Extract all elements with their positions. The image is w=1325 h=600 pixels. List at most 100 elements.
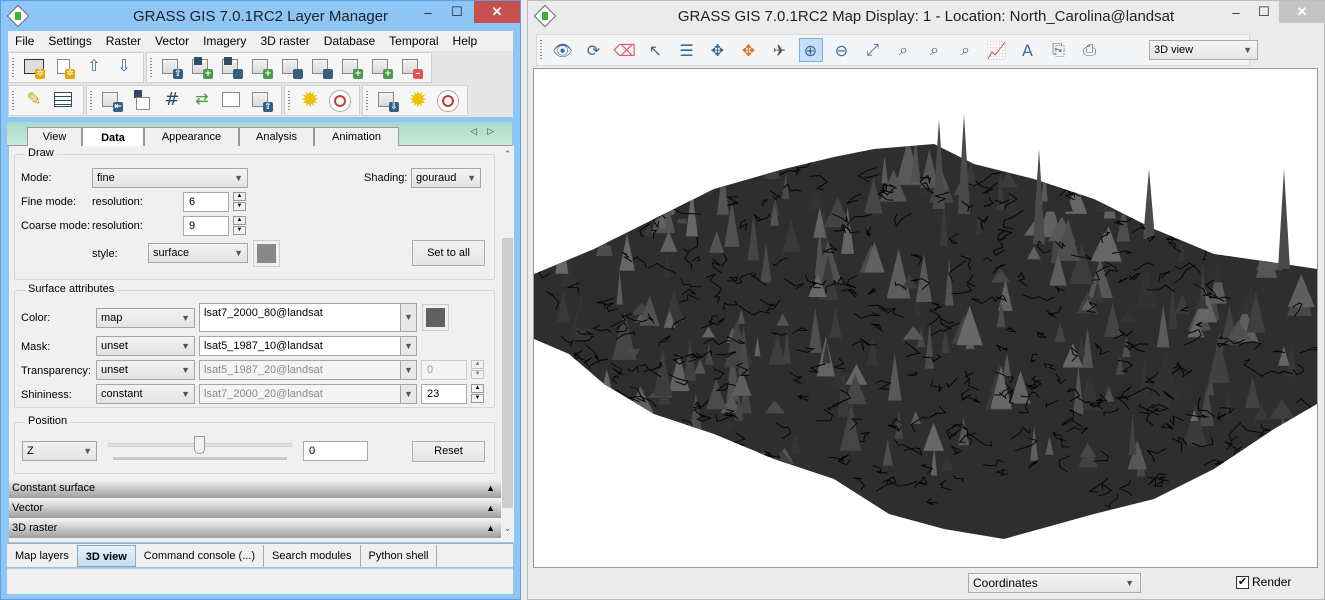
scroll-up-icon[interactable]: ⌃ xyxy=(501,150,514,160)
fly-through-icon[interactable]: ✈ xyxy=(768,38,792,62)
chevron-down-icon[interactable]: ▼ xyxy=(400,337,416,355)
analyze-icon[interactable]: 📈 xyxy=(985,38,1009,62)
add-group-icon[interactable]: + xyxy=(370,56,394,80)
shininess-value-input[interactable]: 23 xyxy=(421,384,467,404)
addon-help-icon[interactable] xyxy=(436,89,460,113)
panel-scrollbar[interactable]: ⌃ ⌄ xyxy=(501,146,514,542)
start-new-map-display-icon[interactable]: ✲ xyxy=(22,56,46,80)
mask-map-combo[interactable]: lsat5_1987_10@landsat ▼ xyxy=(199,336,417,356)
help-icon[interactable] xyxy=(328,89,352,113)
transparency-map-combo[interactable]: lsat5_1987_20@landsat ▼ xyxy=(199,360,417,380)
expand-arrow-icon[interactable]: ▲ xyxy=(486,519,495,537)
pointer-icon[interactable]: ↖ xyxy=(644,38,668,62)
launch-script-icon[interactable]: ⇧ xyxy=(250,89,274,113)
map-canvas-3d[interactable] xyxy=(533,68,1318,568)
add-overlay-icon[interactable] xyxy=(310,56,334,80)
zoom-in-icon[interactable]: ⊕ xyxy=(798,38,823,62)
add-various-vector-layers-icon[interactable] xyxy=(280,56,304,80)
tab-analysis[interactable]: Analysis xyxy=(239,127,314,146)
position-axis-select[interactable]: Z ▼ xyxy=(22,441,97,461)
open-workspace-icon[interactable]: ⇧ xyxy=(82,56,106,80)
edit-vector-icon[interactable]: ✎ xyxy=(22,89,46,113)
import-script-icon[interactable]: ⇩ xyxy=(376,89,400,113)
menu-3d-raster[interactable]: 3D raster xyxy=(253,34,316,48)
tab-3d-view[interactable]: 3D view xyxy=(76,544,136,567)
georectifier-icon[interactable]: # xyxy=(160,89,184,113)
transparency-spinner[interactable]: ▲ ▼ xyxy=(471,360,484,380)
position-value-input[interactable]: 0 xyxy=(303,441,368,461)
fine-resolution-input[interactable]: 6 xyxy=(183,192,229,212)
render-map-icon[interactable]: ⟳ xyxy=(582,38,606,62)
maximize-button[interactable]: ☐ xyxy=(443,1,471,23)
zoom-out-icon[interactable]: ⊖ xyxy=(830,38,854,62)
shading-select[interactable]: gouraud ▼ xyxy=(411,168,481,188)
shininess-spinner[interactable]: ▲ ▼ xyxy=(471,384,484,404)
raster-calculator-icon[interactable] xyxy=(130,89,154,113)
remove-layer-icon[interactable]: – xyxy=(400,56,424,80)
transparency-value-input[interactable]: 0 xyxy=(421,360,467,380)
query-icon[interactable]: ☰ xyxy=(675,38,699,62)
print-icon[interactable]: ⎙ xyxy=(1078,38,1102,62)
import-raster-icon[interactable]: ⇤ xyxy=(100,89,124,113)
spin-up-icon[interactable]: ▲ xyxy=(471,360,484,369)
mode-select[interactable]: fine ▼ xyxy=(92,168,248,188)
menu-settings[interactable]: Settings xyxy=(41,34,98,48)
spin-down-icon[interactable]: ▼ xyxy=(471,370,484,379)
tab-view[interactable]: View xyxy=(27,127,82,146)
position-slider-thumb[interactable] xyxy=(194,436,205,454)
fine-resolution-spinner[interactable]: ▲ ▼ xyxy=(233,192,246,212)
chevron-down-icon[interactable]: ▼ xyxy=(400,361,416,379)
spin-up-icon[interactable]: ▲ xyxy=(471,384,484,393)
save-image-icon[interactable]: ⎘ xyxy=(1047,38,1071,62)
zoom-region-icon[interactable]: ⌕ xyxy=(892,38,916,62)
pan-history-icon[interactable]: ✥ xyxy=(737,38,761,62)
attribute-table-icon[interactable] xyxy=(52,89,76,113)
chevron-down-icon[interactable]: ▼ xyxy=(400,304,416,331)
tab-python-shell[interactable]: Python shell xyxy=(361,544,438,567)
addon-settings-icon[interactable]: ✹ xyxy=(406,88,430,113)
tab-search-modules[interactable]: Search modules xyxy=(264,544,361,567)
shininess-type-select[interactable]: constant ▼ xyxy=(96,384,195,404)
spin-down-icon[interactable]: ▼ xyxy=(233,202,246,211)
map-display-titlebar[interactable]: GRASS GIS 7.0.1RC2 Map Display: 1 - Loca… xyxy=(528,1,1325,31)
close-button[interactable]: ✕ xyxy=(1279,1,1325,23)
decoration-icon[interactable]: A xyxy=(1016,38,1040,62)
tab-data[interactable]: Data xyxy=(82,127,144,147)
zoom-back-icon[interactable]: ⌕ xyxy=(923,38,947,62)
transparency-type-select[interactable]: unset ▼ xyxy=(96,360,195,380)
3d-raster-section[interactable]: 3D raster ▲ xyxy=(9,519,501,538)
zoom-extent-icon[interactable]: ⤢ xyxy=(861,38,885,62)
menu-vector[interactable]: Vector xyxy=(148,34,196,48)
tab-command-console[interactable]: Command console (...) xyxy=(136,544,265,567)
close-button[interactable]: ✕ xyxy=(474,1,520,23)
view-mode-select[interactable]: 3D view ▼ xyxy=(1149,40,1258,60)
set-to-all-button[interactable]: Set to all xyxy=(412,240,485,266)
settings-icon[interactable]: ✹ xyxy=(298,88,322,113)
render-checkbox[interactable]: ✔ Render xyxy=(1236,575,1291,589)
tab-scroll-left-icon[interactable]: ◁ xyxy=(470,127,487,137)
menu-file[interactable]: File xyxy=(8,34,41,48)
expand-arrow-icon[interactable]: ▲ xyxy=(486,499,495,517)
save-workspace-icon[interactable]: ⇩ xyxy=(112,56,136,80)
scrollbar-thumb[interactable] xyxy=(502,238,513,508)
menu-imagery[interactable]: Imagery xyxy=(196,34,253,48)
color-type-select[interactable]: map ▼ xyxy=(96,308,195,328)
color-map-combo[interactable]: lsat7_2000_80@landsat ▼ xyxy=(199,303,417,332)
menu-temporal[interactable]: Temporal xyxy=(382,34,445,48)
menu-database[interactable]: Database xyxy=(317,34,382,48)
checkbox-icon[interactable]: ✔ xyxy=(1236,575,1249,589)
add-raster-layer-icon[interactable]: + xyxy=(190,56,214,80)
cartographic-composer-icon[interactable] xyxy=(220,89,244,113)
vector-section[interactable]: Vector ▲ xyxy=(9,499,501,518)
constant-surface-section[interactable]: Constant surface ▲ xyxy=(9,479,501,498)
minimize-button[interactable]: – xyxy=(414,1,442,23)
spin-down-icon[interactable]: ▼ xyxy=(233,226,246,235)
display-map-icon[interactable]: 👁 xyxy=(551,38,575,62)
spin-down-icon[interactable]: ▼ xyxy=(471,394,484,403)
chevron-down-icon[interactable]: ▼ xyxy=(400,385,416,403)
shininess-map-combo[interactable]: lsat7_2000_20@landsat ▼ xyxy=(199,384,417,404)
statusbar-mode-select[interactable]: Coordinates ▼ xyxy=(968,573,1141,593)
add-vector-layer-icon[interactable]: + xyxy=(250,56,274,80)
graphical-modeler-icon[interactable]: ⇄ xyxy=(190,89,214,113)
erase-display-icon[interactable]: ⌫ xyxy=(613,38,637,62)
